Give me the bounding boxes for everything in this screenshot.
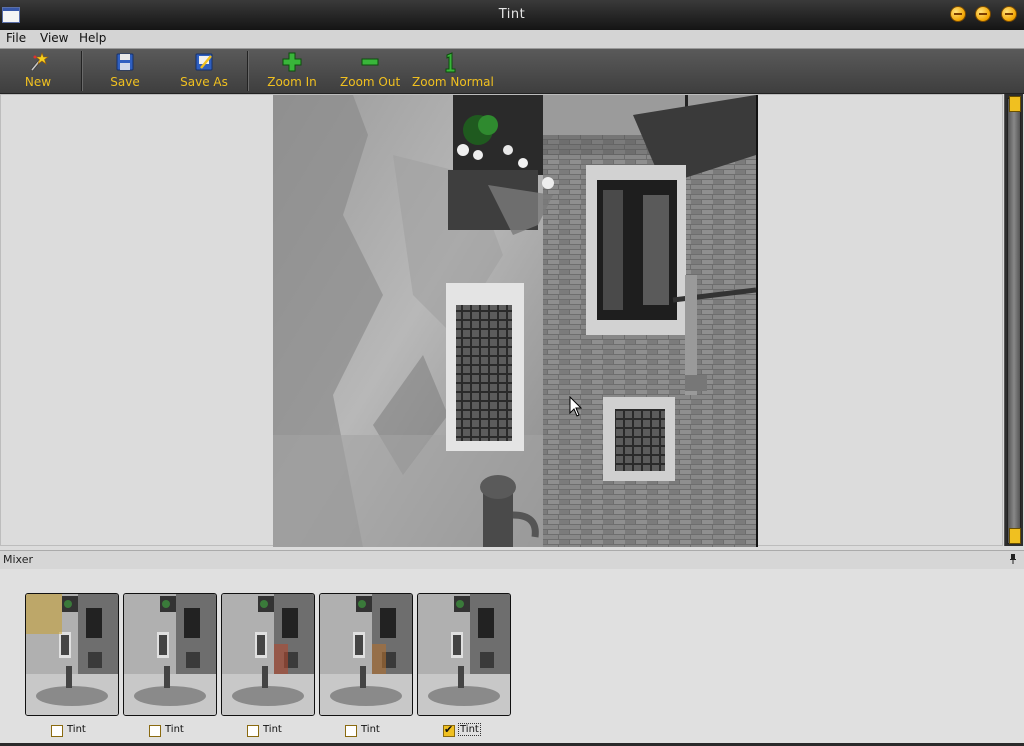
window-title: Tint xyxy=(498,7,526,22)
zoom-normal-button[interactable]: Zoom Normal xyxy=(412,51,494,91)
scrollbar-thumb[interactable] xyxy=(1007,98,1021,544)
mixer-title: Mixer xyxy=(3,553,34,566)
zoom-out-button[interactable]: Zoom Out xyxy=(340,51,400,91)
mouse-cursor-icon xyxy=(569,396,583,417)
menu-help[interactable]: Help xyxy=(79,31,106,45)
plus-icon xyxy=(281,51,303,73)
menu-file[interactable]: File xyxy=(6,31,26,45)
new-button[interactable]: New xyxy=(18,51,58,91)
menu-view[interactable]: View xyxy=(40,31,68,45)
one-to-one-icon xyxy=(439,51,461,73)
zoom-in-button[interactable]: Zoom In xyxy=(264,51,320,91)
tint-checkbox[interactable] xyxy=(443,723,455,737)
mixer-thumbnail[interactable] xyxy=(221,593,315,716)
scroll-up-icon[interactable] xyxy=(1009,96,1021,112)
tint-checkbox[interactable] xyxy=(51,725,63,737)
toolbar: New Save Save As Zoom In Zoom Out Zoom N… xyxy=(0,49,1024,94)
tint-checkbox-label[interactable]: Tint xyxy=(458,723,481,736)
close-icon[interactable] xyxy=(1001,6,1017,22)
minus-icon xyxy=(359,51,381,73)
image-canvas[interactable] xyxy=(0,94,1003,547)
zoom-out-label: Zoom Out xyxy=(340,75,401,89)
mixer-item-caption: Tint xyxy=(345,723,443,739)
mixer-thumbnail[interactable] xyxy=(417,593,511,716)
tint-checkbox[interactable] xyxy=(149,725,161,737)
save-as-label: Save As xyxy=(180,75,228,89)
tint-checkbox-label[interactable]: Tint xyxy=(361,724,380,735)
scroll-down-icon[interactable] xyxy=(1009,528,1021,544)
vertical-scrollbar[interactable] xyxy=(1004,94,1023,546)
minimize-icon[interactable] xyxy=(950,6,966,22)
toolbar-separator xyxy=(247,51,249,91)
save-button[interactable]: Save xyxy=(103,51,147,91)
mixer-thumbnail[interactable] xyxy=(319,593,413,716)
maximize-icon[interactable] xyxy=(975,6,991,22)
new-label: New xyxy=(24,75,52,89)
save-as-button[interactable]: Save As xyxy=(176,51,232,91)
mixer-item-caption: Tint xyxy=(51,723,149,739)
tint-checkbox[interactable] xyxy=(345,725,357,737)
tint-checkbox-label[interactable]: Tint xyxy=(67,724,86,735)
mixer-panel: Tint Tint Tint Tint Tint xyxy=(0,569,1024,746)
zoom-in-label: Zoom In xyxy=(267,75,317,89)
pin-icon[interactable] xyxy=(1010,554,1016,564)
save-label: Save xyxy=(110,75,140,89)
mixer-thumbnail[interactable] xyxy=(123,593,217,716)
magic-wand-icon xyxy=(27,51,49,73)
mixer-item-caption: Tint xyxy=(149,723,247,739)
mixer-thumbnail[interactable] xyxy=(25,593,119,716)
zoom-normal-label: Zoom Normal xyxy=(412,75,494,89)
mixer-item-caption: Tint xyxy=(443,723,541,739)
mixer-item-caption: Tint xyxy=(247,723,345,739)
mixer-header: Mixer xyxy=(0,550,1024,570)
toolbar-separator xyxy=(81,51,83,91)
save-as-icon xyxy=(193,51,215,73)
menu-bar: File View Help xyxy=(0,30,1024,49)
tint-checkbox-label[interactable]: Tint xyxy=(263,724,282,735)
photo xyxy=(273,95,758,547)
tint-checkbox-label[interactable]: Tint xyxy=(165,724,184,735)
tint-checkbox[interactable] xyxy=(247,725,259,737)
title-bar: Tint xyxy=(0,0,1024,30)
floppy-disk-icon xyxy=(114,51,136,73)
